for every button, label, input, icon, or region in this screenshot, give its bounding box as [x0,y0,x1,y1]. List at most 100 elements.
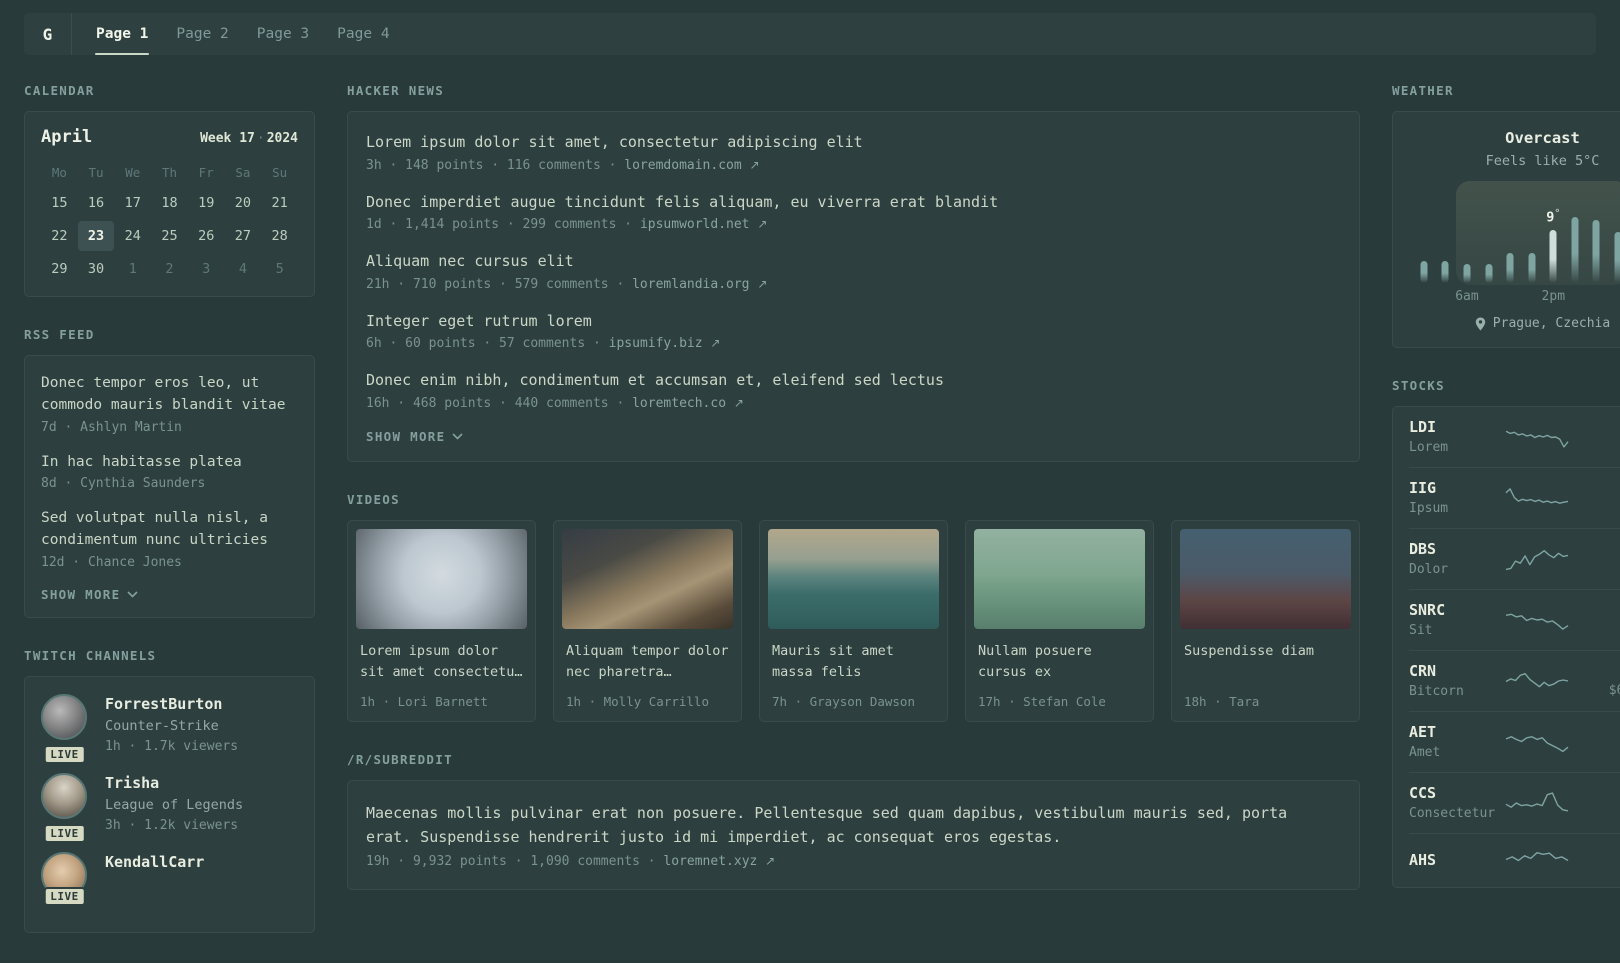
calendar-day: 1 [128,261,137,277]
calendar-day: 20 [234,195,252,211]
subreddit-widget: Maecenas mollis pulvinar erat non posuer… [347,779,1360,890]
stock-change: +1.36% [1569,602,1620,618]
calendar-section-label: CALENDAR [24,83,95,98]
story-domain-link[interactable]: ipsumworld.net [640,217,757,232]
stock-values: +2.84% $42.04 [1569,480,1620,515]
subreddit-section-label: /R/SUBREDDIT [347,751,453,767]
weather-condition: Overcast [1505,129,1580,147]
stock-row-dbs[interactable]: DBS Dolor +1.42% $156.28 [1409,528,1620,589]
weather-bar [1614,232,1620,283]
calendar-day: 15 [51,195,68,211]
story-title[interactable]: Aliquam nec cursus elit [366,250,1341,273]
story-title[interactable]: Donec enim nibh, condimentum et accumsan… [366,369,1341,392]
video-card[interactable]: Nullam posuere cursus ex 17h · Stefan Col… [965,519,1154,722]
hackernews-section: HACKER NEWS Lorem ipsum dolor sit amet, … [347,83,1360,462]
stock-change: +1.42% [1569,541,1620,557]
twitch-channel-game: Counter-Strike [105,717,219,734]
hackernews-show-more-button[interactable]: SHOW MORE [366,429,464,444]
right-column: WEATHER Overcast Feels like 5°C 9° 6am 2p… [1392,83,1620,963]
subreddit-post-title[interactable]: Maecenas mollis pulvinar erat non posuer… [366,801,1341,851]
stock-row-ldi[interactable]: LDI Lorem +4.35% $795.18 [1409,407,1620,467]
tab-page-4[interactable]: Page 4 [323,13,403,55]
stock-row-iig[interactable]: IIG Ipsum +2.84% $42.04 [1409,467,1620,528]
stock-change: +0.46% [1569,852,1620,868]
left-column: CALENDAR April Week 17 · 2024 Mo Tu We Th Fr Sa… [24,83,315,963]
stock-row-snrc[interactable]: SNRC Sit +1.36% $148.64 [1409,589,1620,650]
story: Donec imperdiet augue tincidunt felis al… [366,191,1341,233]
rss-show-more-label: SHOW MORE [41,586,121,602]
calendar-day-selected: 23 [77,221,115,251]
story-domain-link[interactable]: loremlandia.org [632,277,757,292]
sparkline-chart [1505,851,1569,862]
avatar [41,772,87,819]
video-thumbnail-misty-field [1180,528,1351,629]
story-meta: 6h · 60 points · 57 comments · ipsumify.… [366,336,1341,351]
stock-change: +4.35% [1569,419,1620,435]
calendar-weekday: We [125,165,141,180]
stock-ticker: IIG [1409,479,1437,497]
story: Aliquam nec cursus elit 21h · 710 points … [366,250,1341,292]
stock-name: Bitcorn [1409,684,1464,699]
calendar-day: 27 [234,228,252,244]
story-meta: 3h · 148 points · 116 comments · loremdo… [366,158,1341,173]
calendar-widget: April Week 17 · 2024 Mo Tu We Th Fr Sa Su 15 16 17 1… [24,111,315,297]
rss-item-title[interactable]: Donec tempor eros leo, ut commodo mauris… [41,373,298,417]
stock-values: +0.92% $499.72 [1569,724,1620,759]
twitch-channel[interactable]: LIVE ForrestBurton Counter-Strike 1h · 1.7k… [41,693,298,764]
page-tabs: Page 1 Page 2 Page 3 Page 4 [72,13,414,55]
weather-bar [1441,261,1449,283]
stock-ticker: AET [1409,723,1437,741]
hackernews-section-label: HACKER NEWS [347,83,445,98]
app-logo[interactable]: G [24,13,72,55]
calendar-weekday: Th [161,165,178,180]
calendar-month: April [41,127,93,147]
sparkline-chart [1505,672,1569,687]
stock-row-crn[interactable]: CRN Bitcorn -1.00% $66,171.48 [1409,650,1620,711]
stock-row-ahs[interactable]: AHS +0.46% [1409,833,1620,887]
video-card[interactable]: Aliquam tempor dolor nec pharetra… 1h · M… [553,519,742,722]
rss-item-title[interactable]: In hac habitasse platea [41,452,298,474]
tab-page-3[interactable]: Page 3 [243,13,323,55]
middle-column: HACKER NEWS Lorem ipsum dolor sit amet, … [347,83,1360,963]
weather-bars: 9° [1413,208,1620,283]
calendar-day: 3 [202,261,211,277]
stock-info: CCS Consectetur [1409,784,1505,821]
rss-item-meta: 7d · Ashlyn Martin [41,419,182,435]
stock-ticker: SNRC [1409,601,1446,619]
rss-show-more-button[interactable]: SHOW MORE [41,586,139,602]
top-nav: G Page 1 Page 2 Page 3 Page 4 [24,13,1596,55]
video-card[interactable]: Mauris sit amet massa felis 7h · Grayson … [759,519,948,722]
live-badge: LIVE [43,744,86,764]
twitch-channel[interactable]: LIVE KendallCarr [41,851,298,906]
twitch-channel[interactable]: LIVE Trisha League of Legends 3h · 1.2k vie… [41,772,298,843]
calendar-day: 21 [271,195,288,211]
story: Lorem ipsum dolor sit amet, consectetur … [366,131,1341,173]
story-domain-link[interactable]: ipsumify.biz [609,336,711,351]
story-title[interactable]: Donec imperdiet augue tincidunt felis al… [366,191,1341,214]
story-title[interactable]: Integer eget rutrum lorem [366,310,1341,333]
video-title: Suspendisse diam [1184,642,1315,659]
calendar-day: 25 [161,228,178,244]
story-domain-link[interactable]: loremdomain.com [624,158,749,173]
stock-price: $156.28 [1569,561,1620,576]
rss-item-title[interactable]: Sed volutpat nulla nisl, a condimentum n… [41,508,298,552]
stock-values: -1.00% $66,171.48 [1569,663,1620,698]
video-card[interactable]: Suspendisse diam 18h · Tara [1171,519,1360,722]
calendar-day: 24 [124,228,141,244]
calendar-grid: Mo Tu We Th Fr Sa Su 15 16 17 18 19 20 21 22 23 24 25 26 27… [41,160,298,284]
external-link-icon: ↗ [710,336,721,350]
tab-page-2[interactable]: Page 2 [162,13,242,55]
video-card[interactable]: Lorem ipsum dolor sit amet consectetu… 1h… [347,519,536,722]
avatar-wrap: LIVE [41,693,88,764]
tab-page-1[interactable]: Page 1 [82,13,162,55]
stock-row-ccs[interactable]: CCS Consectetur +0.51% $165.84 [1409,772,1620,833]
story-domain-link[interactable]: loremnet.xyz [663,854,765,869]
calendar-day: 30 [87,261,105,277]
weather-time-label: 6am [1455,289,1479,304]
location-pin-icon [1475,317,1485,330]
stock-name: Lorem [1409,440,1449,455]
story-title[interactable]: Lorem ipsum dolor sit amet, consectetur … [366,131,1341,154]
stock-row-aet[interactable]: AET Amet +0.92% $499.72 [1409,711,1620,772]
story-domain-link[interactable]: loremtech.co [632,396,734,411]
story-meta-text: 6h · 60 points · 57 comments · [366,336,609,351]
